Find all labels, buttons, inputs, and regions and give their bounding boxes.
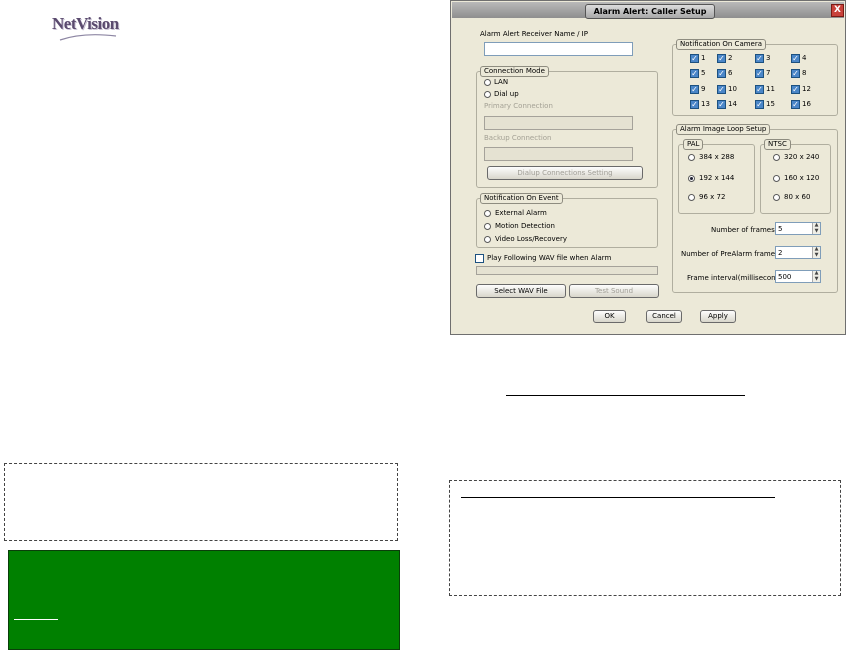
wav-file-field (476, 266, 658, 275)
apply-button[interactable]: Apply (700, 310, 736, 323)
prealarm-stepper[interactable]: 2 ▲ ▼ (775, 246, 821, 259)
play-wav-label: Play Following WAV file when Alarm (487, 254, 612, 262)
select-wav-file-button[interactable]: Select WAV File (476, 284, 566, 298)
receiver-input[interactable] (484, 42, 633, 56)
cancel-button[interactable]: Cancel (646, 310, 682, 323)
camera-checkbox-7[interactable]: ✓ (755, 69, 764, 78)
ok-button[interactable]: OK (593, 310, 626, 323)
video-loss-toggle[interactable] (484, 236, 491, 243)
pal-96-radio[interactable] (688, 194, 695, 201)
camera-checkbox-2[interactable]: ✓ (717, 54, 726, 63)
right-box-underline (461, 497, 775, 498)
image-loop-title: Alarm Image Loop Setup (676, 124, 771, 135)
camera-checkbox-13[interactable]: ✓ (690, 100, 699, 109)
camera-label-13: 13 (701, 100, 710, 108)
interval-label: Frame interval(millisecond) (687, 274, 783, 282)
camera-label-8: 8 (802, 69, 807, 77)
ntsc-160-radio[interactable] (773, 175, 780, 182)
camera-label-16: 16 (802, 100, 811, 108)
test-sound-button[interactable]: Test Sound (569, 284, 659, 298)
ntsc-80-radio[interactable] (773, 194, 780, 201)
camera-checkbox-3[interactable]: ✓ (755, 54, 764, 63)
frames-spin-icon[interactable]: ▲ ▼ (812, 223, 820, 234)
pal-192-radio[interactable] (688, 175, 695, 182)
receiver-label: Alarm Alert Receiver Name / IP (480, 30, 588, 38)
camera-label-5: 5 (701, 69, 706, 77)
dashed-note-box-left (4, 463, 398, 541)
pal-384-radio[interactable] (688, 154, 695, 161)
pal-192-label: 192 x 144 (699, 174, 735, 182)
camera-label-2: 2 (728, 54, 733, 62)
backup-connection-label: Backup Connection (484, 134, 552, 142)
dialup-radio[interactable] (484, 91, 491, 98)
camera-label-11: 11 (766, 85, 775, 93)
external-alarm-label: External Alarm (495, 209, 547, 217)
ntsc-80-label: 80 x 60 (784, 193, 811, 201)
ntsc-title: NTSC (764, 139, 791, 150)
camera-checkbox-1[interactable]: ✓ (690, 54, 699, 63)
frames-label: Number of frames: (711, 226, 778, 234)
camera-label-7: 7 (766, 69, 771, 77)
camera-label-14: 14 (728, 100, 737, 108)
lan-label: LAN (494, 78, 509, 86)
interval-value: 500 (778, 273, 792, 281)
dialog-title: Alarm Alert: Caller Setup (585, 4, 715, 19)
camera-label-12: 12 (802, 85, 811, 93)
camera-label-1: 1 (701, 54, 706, 62)
green-box-underline (14, 619, 58, 620)
close-button[interactable]: X (831, 4, 844, 17)
camera-checkbox-12[interactable]: ✓ (791, 85, 800, 94)
video-loss-label: Video Loss/Recovery (495, 235, 568, 243)
interval-stepper[interactable]: 500 ▲ ▼ (775, 270, 821, 283)
notification-event-title: Notification On Event (480, 193, 563, 204)
camera-checkbox-14[interactable]: ✓ (717, 100, 726, 109)
netvision-logo: NetVision (52, 14, 122, 44)
camera-label-10: 10 (728, 85, 737, 93)
play-wav-checkbox[interactable] (475, 254, 484, 263)
camera-checkbox-11[interactable]: ✓ (755, 85, 764, 94)
pal-384-label: 384 x 288 (699, 153, 735, 161)
motion-detection-toggle[interactable] (484, 223, 491, 230)
backup-connection-field (484, 147, 633, 161)
green-note-box (8, 550, 400, 650)
primary-connection-field (484, 116, 633, 130)
camera-checkbox-6[interactable]: ✓ (717, 69, 726, 78)
camera-checkbox-5[interactable]: ✓ (690, 69, 699, 78)
connection-mode-title: Connection Mode (480, 66, 549, 77)
ntsc-320-radio[interactable] (773, 154, 780, 161)
pal-title: PAL (683, 139, 704, 150)
prealarm-value: 2 (778, 249, 783, 257)
camera-checkbox-9[interactable]: ✓ (690, 85, 699, 94)
ntsc-320-label: 320 x 240 (784, 153, 820, 161)
camera-checkbox-10[interactable]: ✓ (717, 85, 726, 94)
caption-underline (506, 395, 745, 396)
dialup-connections-setting-button[interactable]: Dialup Connections Setting (487, 166, 643, 180)
notification-camera-title: Notification On Camera (676, 39, 767, 50)
primary-connection-label: Primary Connection (484, 102, 553, 110)
prealarm-label: Number of PreAlarm frames: (681, 250, 782, 258)
camera-checkbox-4[interactable]: ✓ (791, 54, 800, 63)
frames-stepper[interactable]: 5 ▲ ▼ (775, 222, 821, 235)
ntsc-160-label: 160 x 120 (784, 174, 820, 182)
camera-label-3: 3 (766, 54, 771, 62)
camera-checkbox-8[interactable]: ✓ (791, 69, 800, 78)
external-alarm-toggle[interactable] (484, 210, 491, 217)
camera-label-6: 6 (728, 69, 733, 77)
lan-radio[interactable] (484, 79, 491, 86)
camera-label-15: 15 (766, 100, 775, 108)
motion-detection-label: Motion Detection (495, 222, 555, 230)
frames-value: 5 (778, 225, 783, 233)
camera-checkbox-16[interactable]: ✓ (791, 100, 800, 109)
interval-spin-icon[interactable]: ▲ ▼ (812, 271, 820, 282)
logo-swoosh-icon (59, 34, 117, 41)
camera-label-4: 4 (802, 54, 807, 62)
pal-96-label: 96 x 72 (699, 193, 726, 201)
camera-label-9: 9 (701, 85, 706, 93)
dialup-label: Dial up (494, 90, 519, 98)
prealarm-spin-icon[interactable]: ▲ ▼ (812, 247, 820, 258)
logo-text: NetVision (52, 14, 119, 33)
camera-checkbox-15[interactable]: ✓ (755, 100, 764, 109)
